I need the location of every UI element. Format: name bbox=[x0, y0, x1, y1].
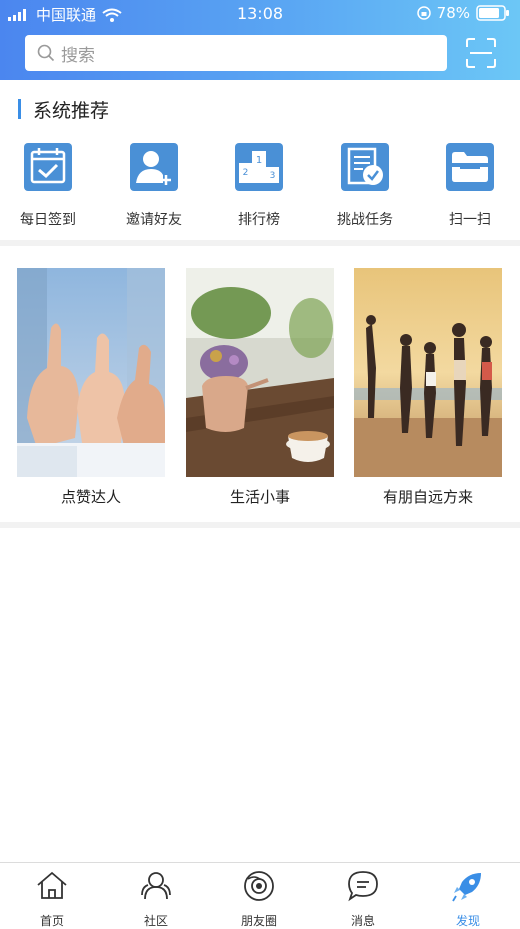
community-icon bbox=[141, 872, 171, 900]
battery-percent: 78% bbox=[436, 4, 470, 22]
battery-icon bbox=[476, 5, 509, 21]
feature-label: 扫一扫 bbox=[449, 212, 491, 228]
section-accent-bar bbox=[18, 99, 21, 119]
card-image-thumbs-up bbox=[17, 268, 165, 477]
tab-label: 朋友圈 bbox=[240, 914, 277, 928]
section-divider bbox=[0, 240, 520, 246]
search-icon bbox=[37, 44, 55, 62]
card-image-beach-friends bbox=[354, 268, 502, 477]
svg-text:2: 2 bbox=[243, 168, 249, 178]
calendar-check-icon bbox=[24, 143, 72, 191]
feature-label: 每日签到 bbox=[20, 212, 76, 228]
card-caption: 有朋自远方来 bbox=[382, 488, 473, 506]
card-image-flowers-table bbox=[186, 268, 334, 477]
tab-home[interactable]: 首页 bbox=[12, 869, 92, 929]
card-friends-from-afar[interactable]: 有朋自远方来 bbox=[354, 268, 502, 507]
tab-label: 发现 bbox=[455, 914, 480, 928]
home-icon bbox=[37, 871, 67, 899]
message-icon bbox=[348, 871, 378, 902]
discover-rocket-icon bbox=[452, 873, 481, 902]
app-header: 中国联通 13:08 78% 搜索 bbox=[0, 0, 520, 80]
feature-scan[interactable]: 扫一扫 bbox=[420, 143, 520, 229]
card-caption: 生活小事 bbox=[229, 488, 290, 506]
feature-invite-friends[interactable]: 邀请好友 bbox=[104, 143, 204, 229]
feature-label: 排行榜 bbox=[238, 212, 280, 228]
podium-icon: 1 2 3 bbox=[235, 143, 283, 191]
scan-icon[interactable] bbox=[465, 37, 497, 69]
add-user-icon bbox=[130, 143, 178, 191]
rotation-lock-icon bbox=[416, 6, 431, 20]
tab-label: 社区 bbox=[143, 914, 168, 928]
feature-daily-checkin[interactable]: 每日签到 bbox=[0, 143, 98, 229]
scan-folder-icon bbox=[446, 143, 494, 191]
svg-text:1: 1 bbox=[256, 155, 262, 166]
search-placeholder: 搜索 bbox=[61, 45, 95, 66]
tab-moments[interactable]: 朋友圈 bbox=[219, 869, 299, 929]
section-divider bbox=[0, 522, 520, 528]
bottom-tab-bar: 首页 社区 朋友圈 消息 发现 bbox=[0, 862, 520, 928]
status-bar: 中国联通 13:08 78% bbox=[0, 0, 520, 28]
task-document-icon bbox=[341, 143, 389, 191]
search-bar[interactable]: 搜索 bbox=[25, 35, 447, 71]
feature-leaderboard[interactable]: 1 2 3 排行榜 bbox=[209, 143, 309, 229]
svg-text:3: 3 bbox=[270, 171, 276, 181]
card-life-matters[interactable]: 生活小事 bbox=[186, 268, 334, 507]
card-caption: 点赞达人 bbox=[60, 488, 121, 506]
section-title: 系统推荐 bbox=[33, 99, 110, 122]
moments-icon bbox=[244, 871, 274, 901]
feature-label: 邀请好友 bbox=[126, 212, 182, 228]
tab-messages[interactable]: 消息 bbox=[323, 869, 403, 929]
feature-label: 挑战任务 bbox=[337, 212, 393, 228]
tab-discover[interactable]: 发现 bbox=[428, 869, 508, 929]
tab-community[interactable]: 社区 bbox=[116, 869, 196, 929]
tab-label: 首页 bbox=[39, 914, 64, 928]
feature-challenge-tasks[interactable]: 挑战任务 bbox=[315, 143, 415, 229]
card-likes-expert[interactable]: 点赞达人 bbox=[17, 268, 165, 507]
section-header: 系统推荐 bbox=[18, 96, 109, 122]
tab-label: 消息 bbox=[350, 914, 375, 928]
